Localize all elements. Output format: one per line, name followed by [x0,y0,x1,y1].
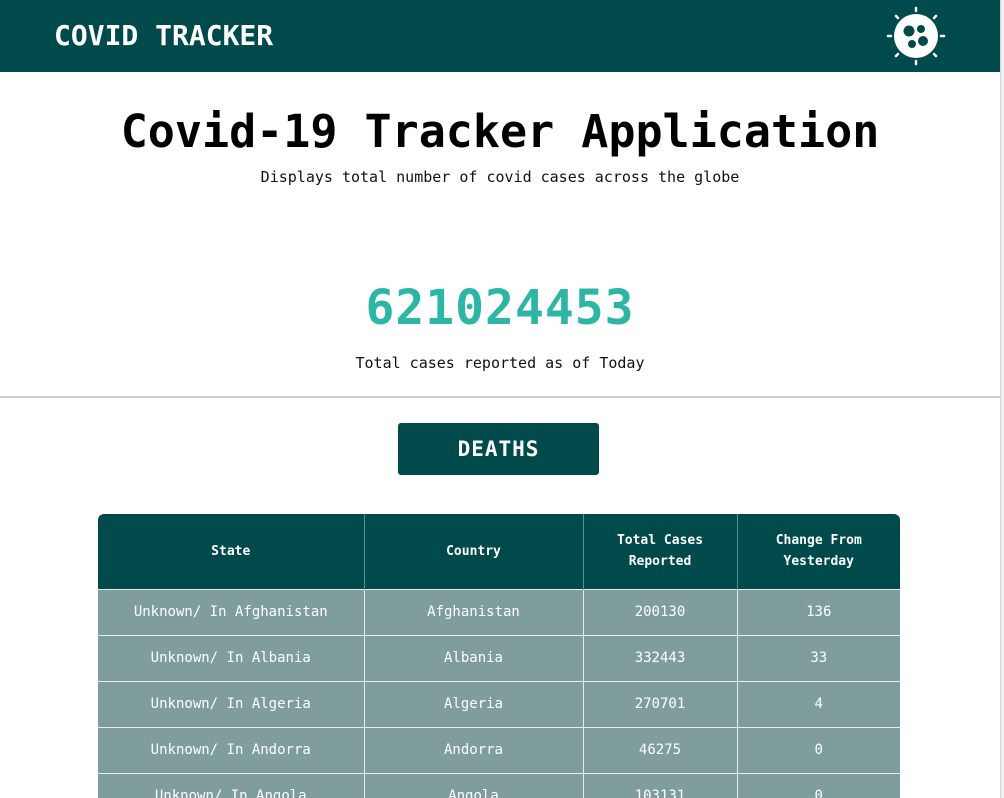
cell-change: 0 [737,726,900,773]
brand-title[interactable]: COVID TRACKER [54,19,273,53]
table-row: Unknown/ In Albania Albania 332443 33 [98,634,900,681]
cell-country: Albania [364,634,584,681]
virus-icon [886,6,946,66]
cases-table: State Country Total Cases Reported Chang… [98,514,900,798]
cell-total-cases: 270701 [583,680,738,727]
table-row: Unknown/ In Angola Angola 103131 0 [98,772,900,798]
page-title: Covid-19 Tracker Application [120,105,880,158]
cell-state: Unknown/ In Angola [98,772,365,798]
table-header-row: State Country Total Cases Reported Chang… [98,514,900,589]
cell-total-cases: 46275 [583,726,738,773]
table-row: Unknown/ In Afghanistan Afghanistan 2001… [98,588,900,635]
page: COVID TRACKER Covid-19 Tracker Applicati… [0,0,1004,798]
page-subtitle: Displays total number of covid cases acr… [260,168,740,186]
cell-change: 0 [737,772,900,798]
cell-country: Algeria [364,680,584,727]
navbar: COVID TRACKER [0,0,1000,72]
table-row: Unknown/ In Andorra Andorra 46275 0 [98,726,900,773]
header-change: Change From Yesterday [737,514,900,589]
window-scrollbar[interactable] [1000,0,1004,798]
cell-state: Unknown/ In Afghanistan [98,588,365,635]
cell-change: 136 [737,588,900,635]
cell-country: Angola [364,772,584,798]
section-divider [0,396,1000,398]
content: COVID TRACKER Covid-19 Tracker Applicati… [0,0,1000,798]
cell-state: Unknown/ In Albania [98,634,365,681]
header-country: Country [364,514,584,589]
cell-total-cases: 103131 [583,772,738,798]
cell-state: Unknown/ In Andorra [98,726,365,773]
header-total-cases: Total Cases Reported [583,514,738,589]
deaths-button[interactable]: DEATHS [398,423,599,475]
cell-change: 4 [737,680,900,727]
header-state: State [98,514,365,589]
cell-total-cases: 200130 [583,588,738,635]
cell-total-cases: 332443 [583,634,738,681]
cell-country: Andorra [364,726,584,773]
cell-country: Afghanistan [364,588,584,635]
total-cases-count: 621024453 [365,280,635,336]
cell-state: Unknown/ In Algeria [98,680,365,727]
cell-change: 33 [737,634,900,681]
table-row: Unknown/ In Algeria Algeria 270701 4 [98,680,900,727]
total-cases-label: Total cases reported as of Today [355,354,645,372]
